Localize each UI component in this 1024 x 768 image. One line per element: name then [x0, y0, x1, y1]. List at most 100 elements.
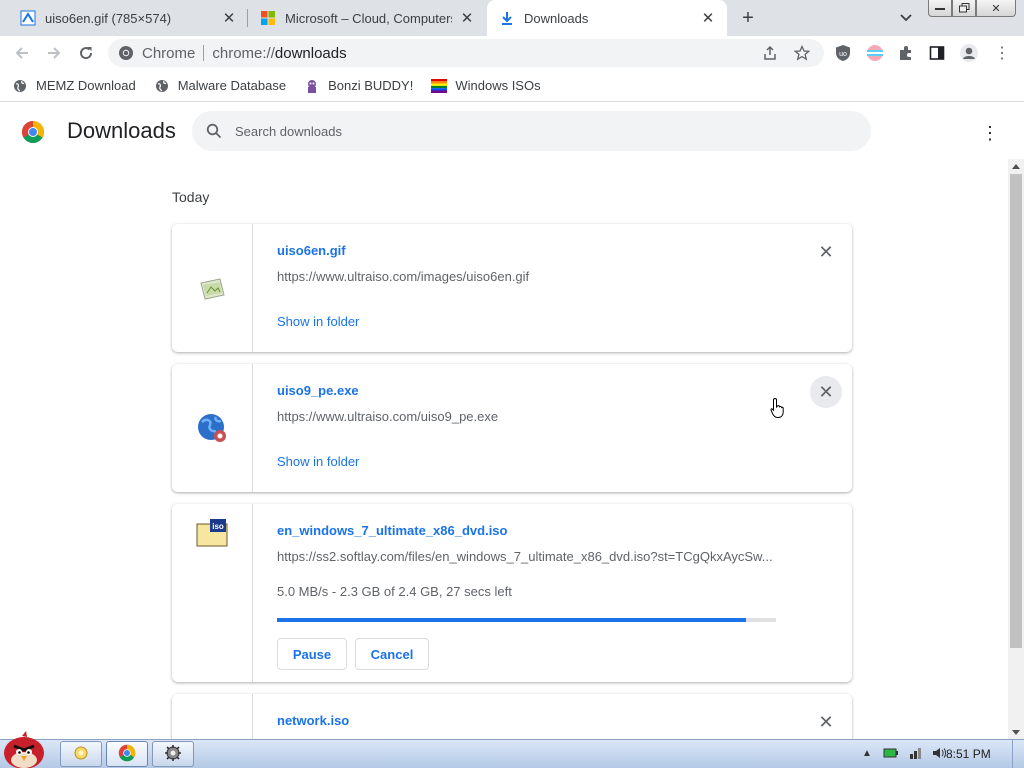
site-chip: Chrome [142, 44, 196, 62]
page-scrollbar[interactable] [1008, 159, 1024, 739]
file-url-link[interactable]: https://www.ultraiso.com/images/uiso6en.… [277, 269, 777, 284]
taskbar-explorer-button[interactable] [60, 741, 102, 767]
download-item: uiso9_pe.exe https://www.ultraiso.com/ui… [172, 364, 852, 492]
tab-title: Microsoft – Cloud, Computers [285, 10, 452, 26]
hand-cursor-icon [770, 397, 786, 419]
download-progress-bar [277, 618, 776, 622]
download-item: network.iso ✕ [172, 694, 852, 739]
download-item: uiso6en.gif https://www.ultraiso.com/ima… [172, 224, 852, 352]
iso-file-icon: iso [196, 518, 228, 550]
taskbar-clock[interactable]: 8:51 PM [946, 747, 991, 761]
image-icon [20, 10, 36, 26]
profile-avatar-icon[interactable] [958, 42, 980, 64]
share-icon[interactable] [760, 43, 780, 63]
show-hidden-icons-icon[interactable]: ▲ [858, 745, 876, 761]
gear-icon [164, 744, 182, 765]
cancel-button[interactable]: Cancel [355, 638, 429, 670]
search-box [192, 111, 871, 151]
file-name-link[interactable]: uiso9_pe.exe [277, 383, 359, 398]
tab-title: uiso6en.gif (785×574) [45, 10, 172, 26]
search-input[interactable] [235, 123, 835, 139]
chrome-logo-icon [21, 120, 45, 144]
ublock-icon[interactable]: uo [832, 42, 854, 64]
forward-button[interactable] [42, 41, 66, 65]
tab-downloads[interactable]: Downloads ✕ [487, 0, 727, 36]
tab-title: Downloads [524, 10, 589, 26]
close-icon[interactable]: ✕ [220, 9, 238, 27]
bookmark-windows-isos[interactable]: Windows ISOs [431, 78, 541, 94]
close-icon[interactable]: ✕ [699, 9, 717, 27]
bookmark-malware-database[interactable]: Malware Database [154, 78, 286, 94]
restore-button[interactable] [952, 0, 976, 17]
scroll-up-icon[interactable] [1012, 164, 1020, 169]
file-name-link[interactable]: network.iso [277, 713, 349, 728]
tab-search-icon[interactable] [896, 8, 916, 28]
more-actions-icon[interactable]: ⋮ [978, 121, 1002, 145]
tab-strip: uiso6en.gif (785×574) ✕ Microsoft – Clou… [0, 0, 1024, 36]
toolbar: Chrome chrome://downloads uo ⋮ [0, 36, 1024, 70]
gif-file-icon [196, 273, 228, 305]
windows-flag-icon [431, 78, 448, 94]
minimize-button[interactable] [928, 0, 952, 17]
bookmark-bonzi-buddy[interactable]: Bonzi BUDDY! [304, 78, 413, 94]
show-desktop-button[interactable] [1012, 740, 1024, 768]
globe-icon [12, 78, 28, 94]
window-controls: ✕ [928, 0, 1016, 17]
taskbar-settings-button[interactable] [152, 741, 194, 767]
new-tab-button[interactable]: + [736, 6, 760, 30]
downloads-header: Downloads ⋮ [0, 103, 1008, 159]
bookmark-label: MEMZ Download [36, 78, 136, 93]
download-progress-fill [277, 618, 747, 622]
globe-icon [154, 78, 170, 94]
show-in-folder-link[interactable]: Show in folder [277, 454, 359, 469]
remove-from-list-button[interactable]: ✕ [810, 236, 842, 268]
chrome-icon [118, 744, 136, 765]
svg-text:iso: iso [212, 522, 224, 531]
bookmark-label: Malware Database [177, 78, 287, 93]
start-button[interactable] [0, 730, 50, 768]
file-name-link[interactable]: en_windows_7_ultimate_x86_dvd.iso [277, 523, 507, 538]
reload-button[interactable] [74, 41, 98, 65]
network-icon[interactable] [906, 745, 924, 761]
taskbar-chrome-button[interactable] [106, 741, 148, 767]
remove-from-list-button[interactable]: ✕ [810, 376, 842, 408]
back-button[interactable] [10, 41, 34, 65]
tab-image[interactable]: uiso6en.gif (785×574) ✕ [8, 0, 248, 36]
browser-menu-icon[interactable]: ⋮ [991, 42, 1013, 64]
download-icon [499, 10, 515, 26]
chrome-icon [118, 45, 134, 61]
close-window-button[interactable]: ✕ [976, 0, 1016, 17]
download-item-in-progress: iso en_windows_7_ultimate_x86_dvd.iso ht… [172, 504, 852, 682]
bookmarks-bar: MEMZ Download Malware Database Bonzi BUD… [0, 70, 1024, 102]
address-bar[interactable]: Chrome chrome://downloads [108, 39, 824, 67]
url-text: chrome://downloads [212, 44, 347, 62]
bookmark-label: Bonzi BUDDY! [328, 78, 414, 93]
scroll-down-icon[interactable] [1012, 730, 1020, 735]
show-in-folder-link[interactable]: Show in folder [277, 314, 359, 329]
download-status-text: 5.0 MB/s - 2.3 GB of 2.4 GB, 27 secs lef… [277, 584, 512, 599]
folder-icon [72, 745, 90, 764]
close-icon[interactable]: ✕ [458, 9, 476, 27]
downloads-page: Downloads ⋮ Today uiso6en.gif https://ww… [0, 103, 1024, 739]
page-title: Downloads [67, 118, 176, 143]
file-url-link[interactable]: https://ss2.softlay.com/files/en_windows… [277, 549, 777, 564]
bookmark-label: Windows ISOs [455, 78, 541, 93]
side-panel-icon[interactable] [926, 42, 948, 64]
bonzi-icon [304, 78, 320, 94]
microsoft-icon [260, 10, 276, 26]
pause-button[interactable]: Pause [277, 638, 347, 670]
taskbar: ▲ 8:51 PM [0, 731, 1024, 768]
battery-icon[interactable] [882, 745, 900, 761]
exe-file-icon [196, 412, 228, 444]
extension-flag-icon[interactable] [864, 42, 886, 64]
scrollbar-thumb[interactable] [1010, 174, 1022, 648]
bookmark-memz[interactable]: MEMZ Download [12, 78, 136, 94]
bookmark-star-icon[interactable] [792, 43, 812, 63]
extensions-puzzle-icon[interactable] [895, 42, 917, 64]
remove-from-list-button[interactable]: ✕ [810, 706, 842, 738]
system-tray: ▲ [858, 745, 954, 761]
file-name-link[interactable]: uiso6en.gif [277, 243, 346, 258]
tab-microsoft[interactable]: Microsoft – Cloud, Computers ✕ [248, 0, 486, 36]
date-section-label: Today [172, 189, 210, 205]
file-url-link[interactable]: https://www.ultraiso.com/uiso9_pe.exe [277, 409, 777, 424]
